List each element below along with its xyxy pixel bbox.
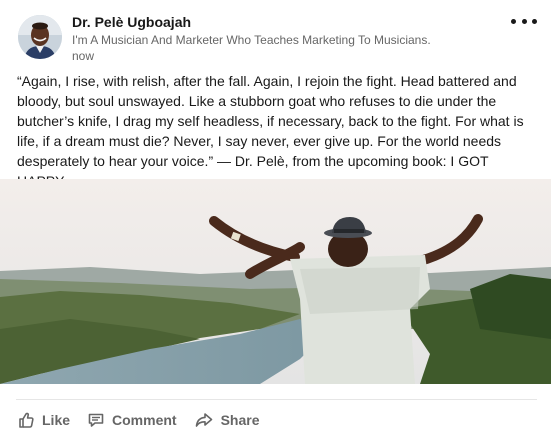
more-icon-dot: [532, 18, 537, 24]
share-arrow-icon: [195, 413, 212, 427]
like-label: Like: [42, 412, 71, 428]
feed-post-card: Dr. Pelè Ugboajah I'm A Musician And Mar…: [0, 0, 551, 438]
more-options-button[interactable]: [511, 14, 537, 28]
post-header: Dr. Pelè Ugboajah I'm A Musician And Mar…: [18, 14, 537, 70]
author-block: Dr. Pelè Ugboajah I'm A Musician And Mar…: [72, 14, 507, 64]
like-button[interactable]: Like: [18, 412, 70, 428]
comment-button[interactable]: Comment: [88, 412, 177, 428]
actions-divider: [16, 399, 537, 400]
post-photo: [0, 179, 551, 384]
post-body-text: “Again, I rise, with relish, after the f…: [17, 73, 524, 189]
share-label: Share: [220, 412, 260, 428]
thumbs-up-icon: [19, 412, 34, 428]
more-icon-dot: [521, 18, 527, 24]
post-actions-bar: Like Comment Share: [18, 409, 278, 431]
avatar[interactable]: [18, 15, 62, 59]
post-timestamp: now: [72, 49, 95, 63]
post-image[interactable]: [0, 179, 551, 384]
comment-label: Comment: [112, 412, 177, 428]
avatar-image: [18, 15, 62, 59]
share-button[interactable]: Share: [195, 412, 260, 428]
author-headline: I'm A Musician And Marketer Who Teaches …: [72, 33, 431, 47]
more-icon: [511, 18, 516, 24]
comment-icon: [88, 413, 104, 427]
author-name[interactable]: Dr. Pelè Ugboajah: [72, 13, 507, 31]
